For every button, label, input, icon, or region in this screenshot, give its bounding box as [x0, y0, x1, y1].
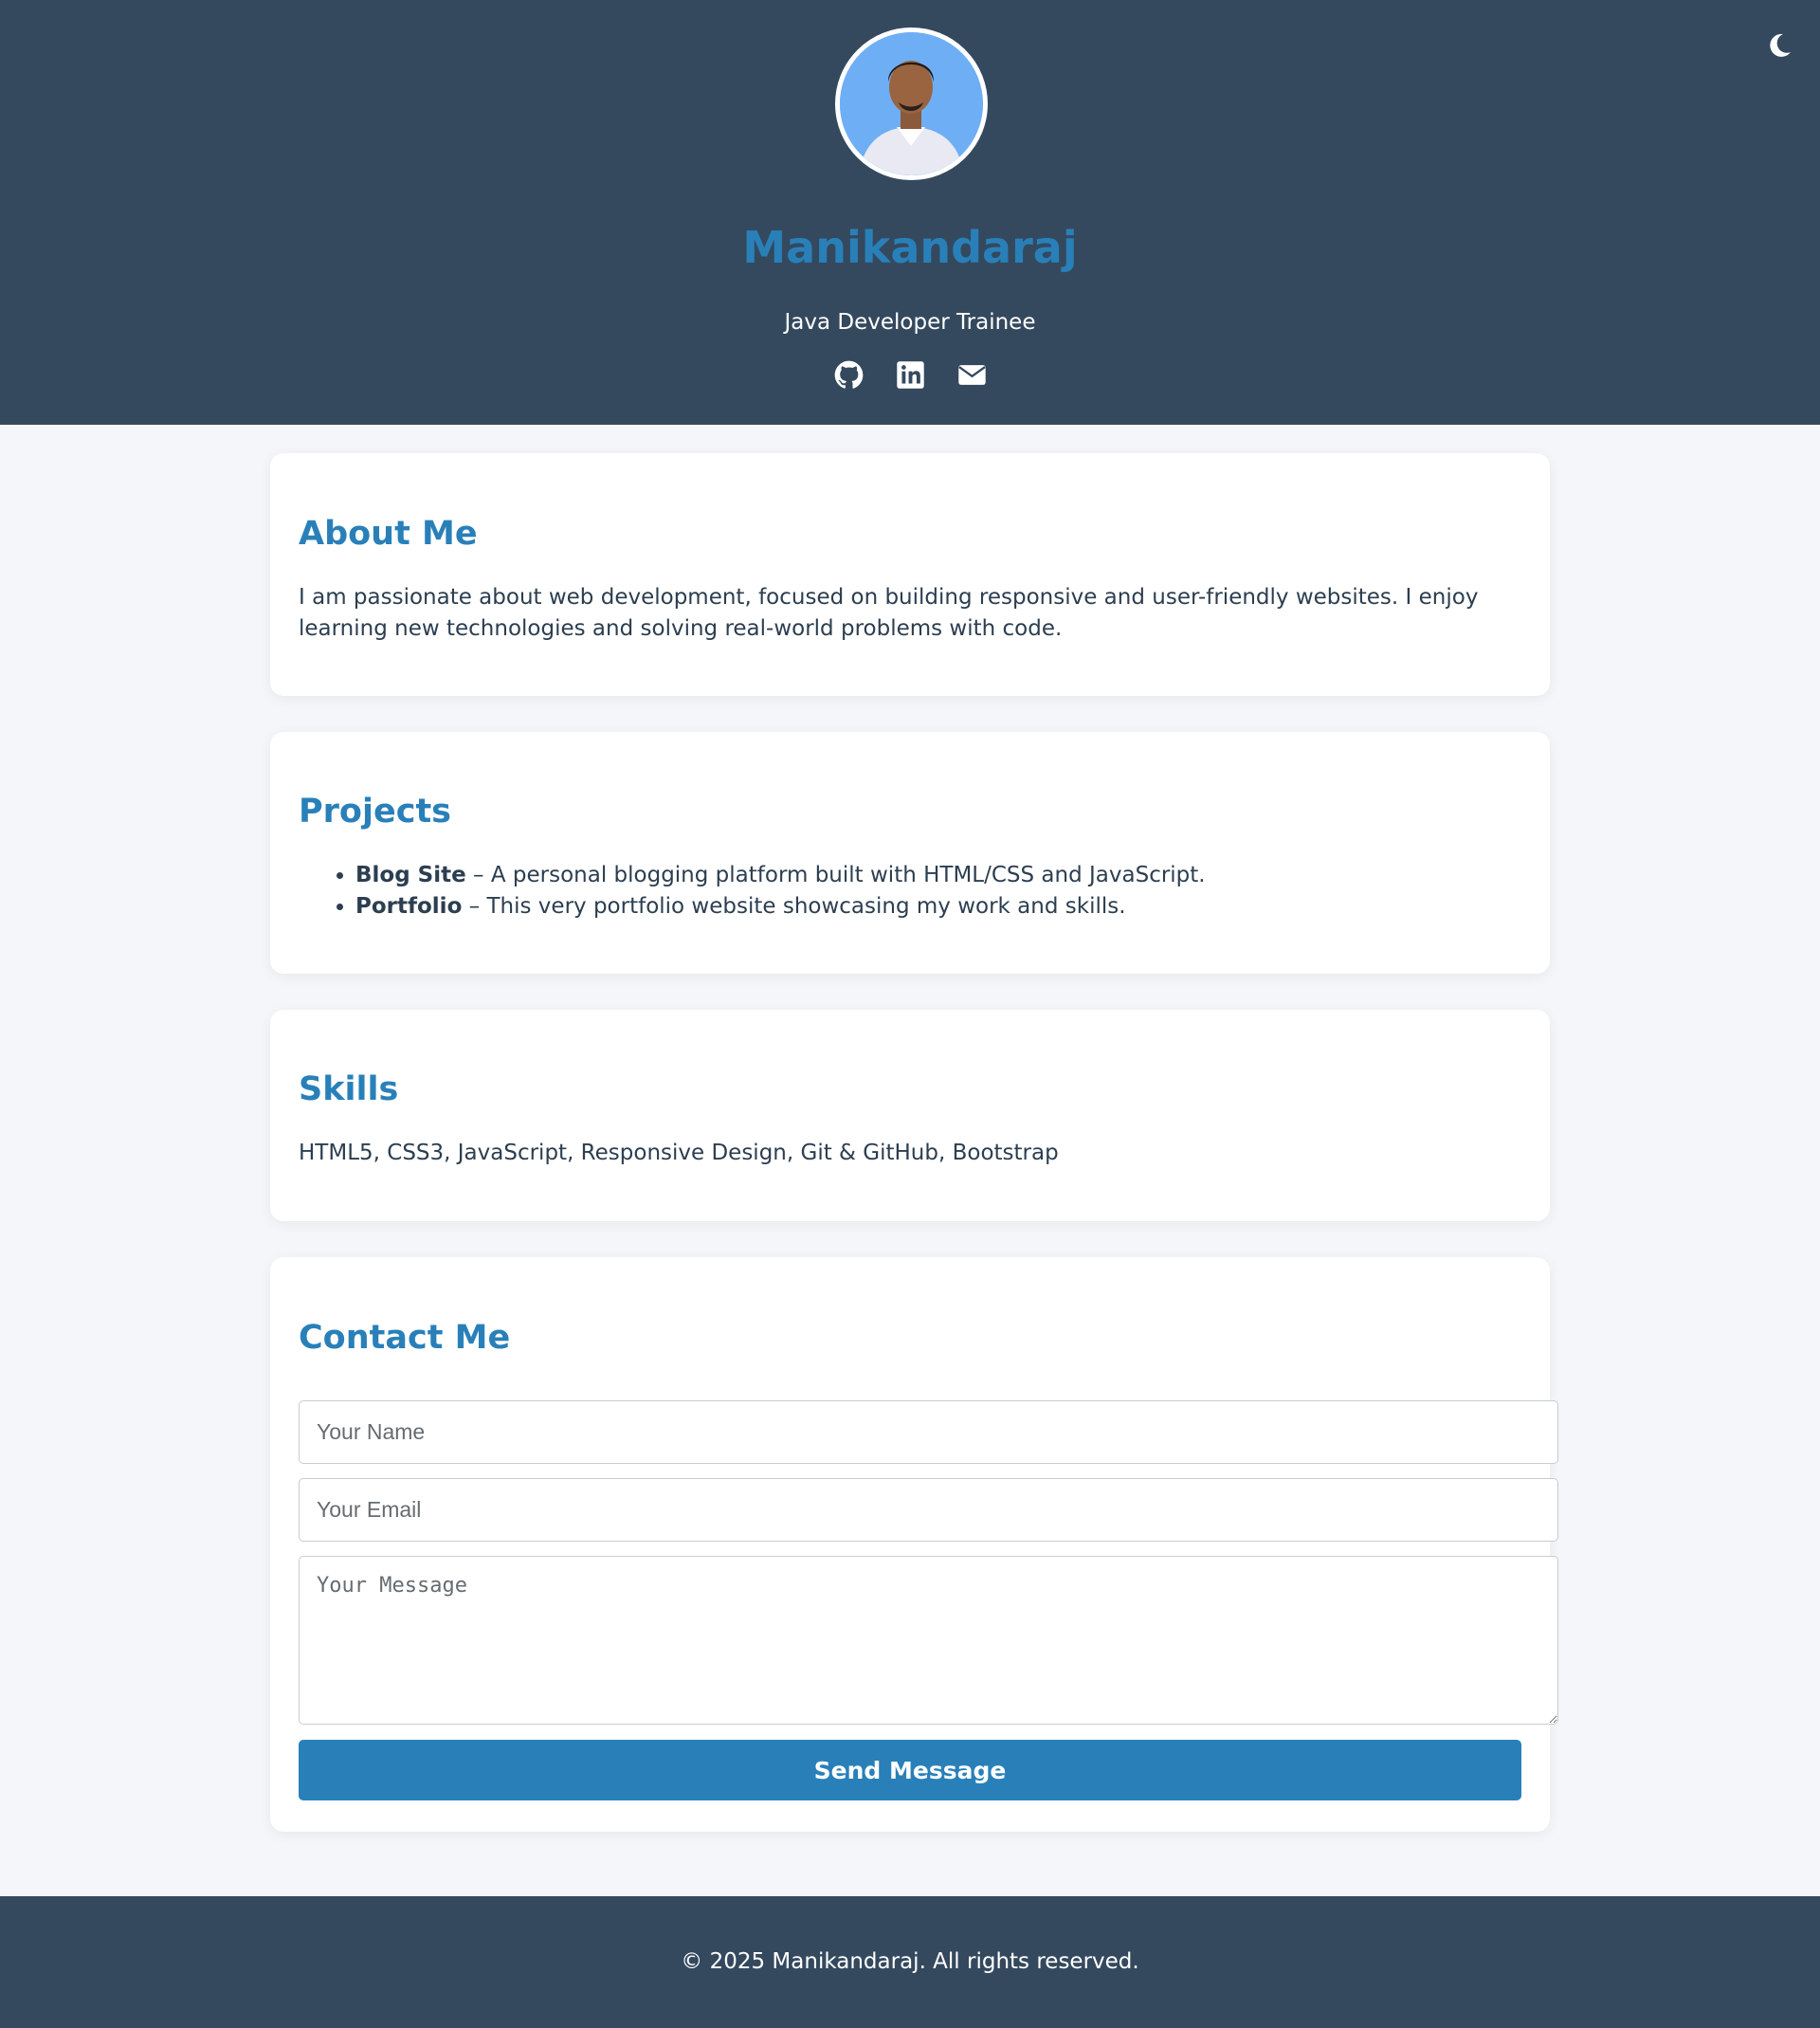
avatar [835, 27, 988, 180]
projects-title: Projects [299, 793, 452, 831]
profile-photo [840, 32, 983, 175]
list-item: Blog Site – A personal blogging platform… [355, 860, 1521, 891]
profile-name: Manikandaraj [742, 222, 1078, 273]
project-name: Blog Site [355, 863, 466, 887]
message-textarea[interactable] [299, 1556, 1558, 1725]
projects-section: Projects Blog Site – A personal blogging… [270, 732, 1550, 974]
theme-toggle-button[interactable] [1764, 28, 1796, 63]
email-input[interactable] [299, 1478, 1558, 1542]
skills-title: Skills [299, 1070, 399, 1108]
list-item: Portfolio – This very portfolio website … [355, 891, 1521, 923]
project-name: Portfolio [355, 894, 463, 919]
project-desc: – This very portfolio website showcasing… [462, 894, 1126, 919]
linkedin-icon [896, 361, 924, 389]
contact-section: Contact Me Send Message [270, 1257, 1558, 1832]
moon-icon [1770, 33, 1791, 57]
envelope-icon [957, 365, 986, 385]
linkedin-link[interactable] [896, 360, 925, 390]
about-title: About Me [299, 515, 478, 553]
site-header: Manikandaraj Java Developer Trainee [0, 0, 1820, 425]
github-link[interactable] [834, 360, 864, 390]
site-footer: © 2025 Manikandaraj. All rights reserved… [0, 1896, 1820, 2028]
contact-title: Contact Me [299, 1319, 511, 1357]
github-icon [834, 360, 863, 389]
social-links [0, 360, 1820, 390]
about-text: I am passionate about web development, f… [299, 585, 1479, 641]
name-input[interactable] [299, 1400, 1558, 1464]
profile-role: Java Developer Trainee [784, 310, 1036, 335]
footer-text: © 2025 Manikandaraj. All rights reserved… [681, 1949, 1139, 1974]
send-message-button[interactable]: Send Message [299, 1740, 1521, 1800]
skills-section: Skills HTML5, CSS3, JavaScript, Responsi… [270, 1010, 1550, 1221]
project-desc: – A personal blogging platform built wit… [465, 863, 1206, 887]
skills-text: HTML5, CSS3, JavaScript, Responsive Desi… [299, 1141, 1059, 1165]
about-section: About Me I am passionate about web devel… [270, 453, 1550, 696]
projects-list: Blog Site – A personal blogging platform… [299, 860, 1521, 923]
email-link[interactable] [957, 360, 987, 390]
